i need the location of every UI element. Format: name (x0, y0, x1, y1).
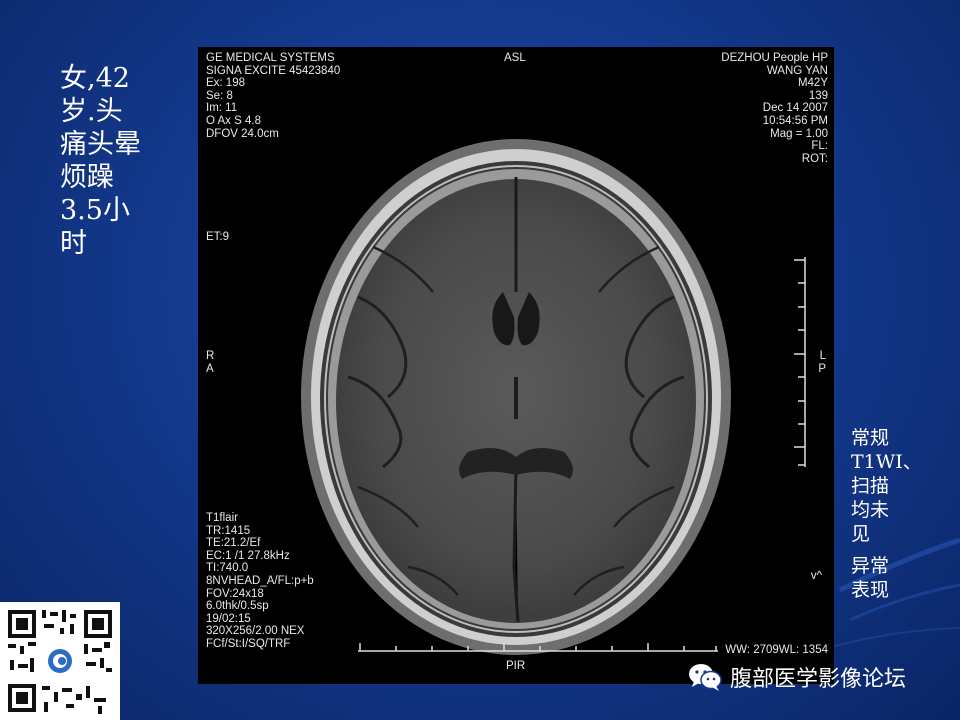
caption-line: 扫描 (851, 475, 890, 497)
wechat-icon (689, 664, 722, 691)
overlay-line: EC:1 /1 27.8kHz (206, 549, 290, 562)
overlay-line: 6.0thk/0.5sp (206, 600, 269, 613)
patient-info-overlay: DEZHOU People HP WANG YAN M42Y 139 Dec 1… (721, 52, 828, 165)
orientation-letter: L (819, 350, 826, 362)
overlay-line: T1flair (206, 512, 238, 524)
caption-line: 异常 (851, 555, 890, 577)
overlay-line: GE MEDICAL SYSTEMS (206, 52, 335, 64)
overlay-line: 139 (808, 89, 828, 102)
overlay-line: FOV:24x18 (206, 587, 264, 600)
v-marker: v^ (810, 570, 822, 582)
overlay-line: TR:1415 (206, 524, 251, 537)
caption-line: 痛头晕 (60, 129, 141, 160)
sequence-label: ASL (504, 52, 526, 64)
left-orientation: R A (206, 350, 214, 375)
caption-line: 时 (60, 228, 87, 259)
overlay-line: DFOV 24.0cm (206, 127, 279, 140)
overlay-line: Mag = 1.00 (770, 127, 828, 140)
overlay-line: O Ax S 4.8 (206, 114, 261, 127)
overlay-line: 19/02:15 (206, 612, 251, 625)
et-label: ET:9 (206, 231, 230, 243)
overlay-line: Dec 14 2007 (762, 102, 828, 115)
right-orientation: L P (818, 350, 826, 375)
caption-line: 表现 (851, 579, 890, 601)
scanner-info-overlay: GE MEDICAL SYSTEMS SIGNA EXCITE 45423840… (206, 52, 340, 140)
watermark: 腹部医学影像论坛 (688, 660, 906, 694)
overlay-line: 8NVHEAD_A/FL:p+b (206, 574, 314, 587)
overlay-line: FCf/St:I/SQ/TRF (206, 637, 291, 650)
caption-line: 见 (851, 523, 871, 545)
overlay-line: Im: 11 (206, 102, 238, 115)
overlay-line: SIGNA EXCITE 45423840 (206, 64, 341, 77)
overlay-line: Se: 8 (206, 89, 233, 102)
overlay-line: TI:740.0 (206, 562, 249, 575)
caption-line: 女,42 (60, 63, 130, 94)
orientation-letter: R (206, 350, 215, 362)
caption-line: 常规 (851, 427, 890, 449)
findings-caption: 常规 T1WI、 扫描 均未 见 异常 表现 (851, 426, 956, 602)
caption-line: 烦躁 (60, 162, 114, 193)
overlay-line: FL: (811, 140, 828, 153)
overlay-line: TE:21.2/Ef (206, 537, 261, 550)
overlay-line: 10:54:56 PM (762, 114, 828, 127)
patient-caption: 女,42 岁.头 痛头晕 烦躁 3.5小 时 (60, 62, 170, 260)
overlay-line: DEZHOU People HP (721, 52, 828, 64)
overlay-line: ROT: (801, 152, 828, 165)
caption-gap (851, 546, 956, 554)
caption-line: 岁.头 (60, 96, 123, 127)
window-level-readout: WW: 2709WL: 1354 (725, 644, 828, 656)
caption-line: T1WI、 (851, 451, 922, 473)
orientation-letter: P (818, 362, 826, 375)
overlay-line: 320X256/2.00 NEX (206, 625, 305, 638)
caption-line: 3.5小 (60, 195, 130, 226)
overlay-line: M42Y (797, 77, 828, 90)
qr-code-icon (0, 602, 120, 720)
overlay-line: Ex: 198 (206, 77, 245, 90)
mri-image: GE MEDICAL SYSTEMS SIGNA EXCITE 45423840… (198, 47, 834, 684)
orientation-letter: A (206, 362, 214, 375)
acquisition-params-overlay: T1flair TR:1415 TE:21.2/Ef EC:1 /1 27.8k… (206, 512, 314, 651)
caption-line: 均未 (851, 499, 890, 521)
bottom-orientation: PIR (506, 660, 526, 672)
overlay-line: WANG YAN (766, 64, 828, 77)
watermark-text: 腹部医学影像论坛 (730, 667, 907, 692)
